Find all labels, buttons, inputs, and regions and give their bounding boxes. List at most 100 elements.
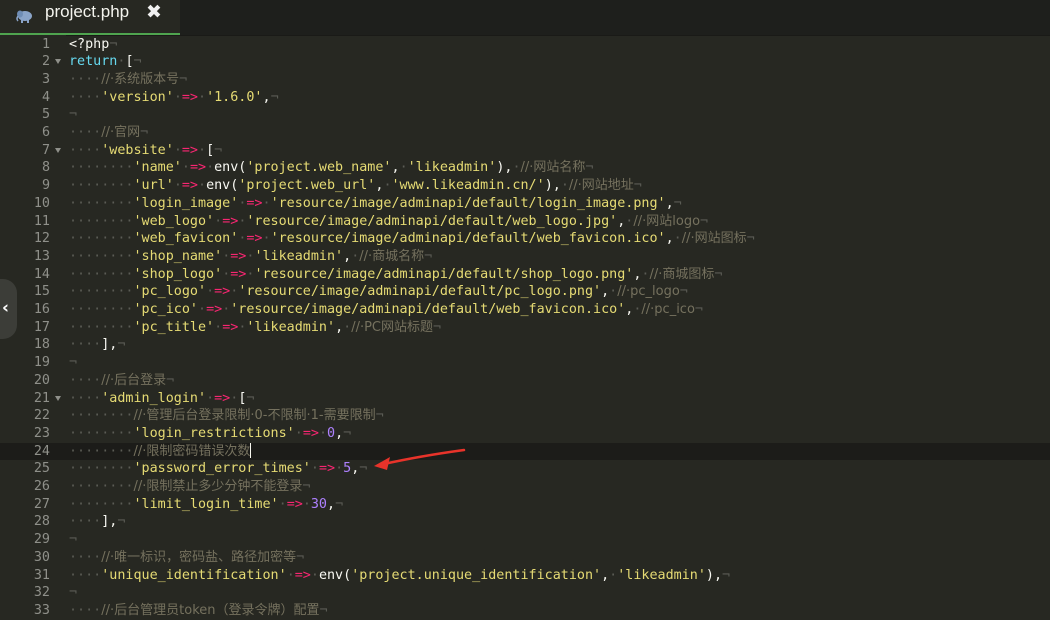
code-line[interactable]: 25 ········'password_error_times'·=>·5,¬ [0, 460, 1050, 478]
whitespace-marker: ¬ [133, 54, 142, 70]
operator-token: => [214, 284, 231, 300]
whitespace-marker: ¬ [424, 248, 433, 264]
code-line[interactable]: 24 ········//·限制密码错误次数 [0, 442, 1050, 461]
string-token: 'web_favicon' [133, 231, 239, 247]
line-text: ········'web_logo'·=>·'resource/image/ad… [69, 213, 708, 231]
code-area[interactable]: 1 <?php¬ 2 return·[¬ 3 ····//·系统版本号¬ 4 ····'ver… [0, 35, 1050, 618]
operator-token: => [206, 302, 223, 317]
code-line[interactable]: 5 ¬ [0, 106, 1050, 124]
code-line[interactable]: 31 ····'unique_identification'·=>·env('pr… [0, 567, 1050, 585]
punctuation-token: <?php [69, 36, 110, 52]
code-line[interactable]: 32 ¬ [0, 584, 1050, 602]
whitespace-marker: ···· [69, 602, 102, 618]
code-line[interactable]: 11 ········'web_logo'·=>·'resource/image/… [0, 213, 1050, 231]
string-token: 'shop_name' [133, 248, 223, 264]
code-line[interactable]: 22 ········//·管理后台登录限制·0-不限制·1-需要限制¬ [0, 407, 1050, 425]
whitespace-marker: ¬ [270, 89, 279, 105]
string-token: '1.6.0' [206, 89, 263, 105]
code-line[interactable]: 6 ····//·官网¬ [0, 124, 1050, 142]
operator-token: => [189, 160, 207, 176]
fold-arrow-icon[interactable] [55, 59, 61, 65]
code-line[interactable]: 16 ········'pc_ico'·=>·'resource/image/ad… [0, 301, 1050, 319]
code-line[interactable]: 33 ····//·后台管理员token（登录令牌）配置¬ [0, 602, 1050, 620]
code-line[interactable]: 13 ········'shop_name'·=>·'likeadmin',·//… [0, 248, 1050, 266]
line-number: 6 [41, 125, 50, 140]
whitespace-marker: · [262, 231, 271, 247]
fold-arrow-icon[interactable] [55, 395, 61, 401]
string-token: 'likeadmin' [617, 567, 706, 583]
code-line[interactable]: 14 ········'shop_logo'·=>·'resource/image… [0, 266, 1050, 284]
line-number: 19 [33, 355, 50, 371]
whitespace-marker: ¬ [722, 567, 731, 583]
whitespace-marker: ········ [69, 408, 134, 424]
whitespace-marker: · [335, 461, 344, 477]
code-line[interactable]: 3 ····//·系统版本号¬ [0, 71, 1050, 89]
whitespace-marker: · [214, 213, 223, 229]
punctuation-token: , [665, 195, 674, 211]
string-token: 'version' [101, 89, 174, 105]
code-line[interactable]: 21 ····'admin_login'·=>·[¬ [0, 390, 1050, 408]
line-number: 20 [33, 372, 50, 388]
whitespace-marker: ¬ [433, 319, 442, 335]
line-number: 25 [33, 461, 50, 477]
line-text: ¬ [69, 106, 77, 124]
line-text: ········'pc_ico'·=>·'resource/image/admi… [69, 301, 703, 319]
tab-project-php[interactable]: project.php ✖ [0, 0, 180, 35]
operator-token: => [302, 425, 319, 441]
whitespace-marker: · [198, 178, 207, 194]
punctuation-token: , [327, 496, 336, 512]
string-token: 'www.likeadmin.cn/' [391, 178, 545, 194]
code-line[interactable]: 17 ········'pc_title'·=>·'likeadmin',·//·… [0, 319, 1050, 337]
string-token: 'login_restrictions' [133, 425, 295, 441]
code-line[interactable]: 15 ········'pc_logo'·=>·'resource/image/a… [0, 283, 1050, 301]
whitespace-marker: ········ [69, 248, 134, 264]
operator-token: => [181, 142, 198, 158]
code-line[interactable]: 23 ········'login_restrictions'·=>·0,¬ [0, 425, 1050, 443]
comment-token: //·商城名称 [359, 248, 425, 264]
code-line[interactable]: 26 ········//·限制禁止多少分钟不能登录¬ [0, 478, 1050, 496]
punctuation-token: , [601, 567, 610, 583]
operator-token: => [181, 178, 198, 194]
code-line[interactable]: 18 ····],¬ [0, 336, 1050, 354]
fold-arrow-icon[interactable] [55, 147, 61, 153]
code-line[interactable]: 2 return·[¬ [0, 53, 1050, 71]
line-number: 30 [33, 549, 50, 565]
sidebar-toggle-handle[interactable]: ‹ [0, 279, 17, 339]
line-text: ········'shop_logo'·=>·'resource/image/a… [69, 266, 722, 284]
line-text: ········'password_error_times'·=>·5,¬ [69, 460, 367, 478]
whitespace-marker: ¬ [140, 125, 149, 140]
line-number: 10 [33, 195, 50, 211]
line-text: ········//·管理后台登录限制·0-不限制·1-需要限制¬ [69, 407, 384, 425]
code-line[interactable]: 20 ····//·后台登录¬ [0, 372, 1050, 390]
code-line[interactable]: 1 <?php¬ [0, 36, 1050, 54]
code-editor[interactable]: 1 <?php¬ 2 return·[¬ 3 ····//·系统版本号¬ 4 ····'ver… [0, 35, 1050, 618]
code-line[interactable]: 19 ¬ [0, 354, 1050, 372]
whitespace-marker: ···· [69, 71, 102, 87]
whitespace-marker: ········ [69, 479, 134, 494]
keyword-token: return [69, 54, 118, 70]
code-line[interactable]: 8 ········'name'·=>·env('project.web_name… [0, 159, 1050, 177]
code-line[interactable]: 29 ¬ [0, 531, 1050, 549]
code-line[interactable]: 4 ····'version'·=>·'1.6.0',¬ [0, 89, 1050, 107]
code-line[interactable]: 28 ····],¬ [0, 513, 1050, 531]
whitespace-marker: ¬ [296, 549, 305, 565]
code-line[interactable]: 10 ········'login_image'·=>·'resource/ima… [0, 195, 1050, 213]
whitespace-marker: ¬ [117, 337, 126, 353]
whitespace-marker: · [286, 567, 295, 583]
code-line[interactable]: 27 ········'limit_login_time'·=>·30,¬ [0, 496, 1050, 514]
code-line[interactable]: 7 ····'website'·=>·[¬ [0, 142, 1050, 160]
close-icon[interactable]: ✖ [146, 1, 162, 23]
comment-token: //·网站地址 [568, 178, 634, 194]
code-line[interactable]: 9 ········'url'·=>·env('project.web_url',… [0, 177, 1050, 195]
whitespace-marker: ········ [69, 496, 134, 512]
whitespace-marker: · [383, 178, 392, 194]
punctuation-token: , [391, 160, 400, 176]
line-number: 1 [41, 36, 50, 52]
comment-token: //·官网 [101, 125, 141, 140]
whitespace-marker: ¬ [375, 408, 384, 424]
whitespace-marker: · [206, 160, 215, 176]
code-line[interactable]: 30 ····//·唯一标识，密码盐、路径加密等¬ [0, 549, 1050, 567]
line-number: 26 [33, 479, 50, 494]
whitespace-marker: ········ [69, 461, 134, 477]
code-line[interactable]: 12 ········'web_favicon'·=>·'resource/ima… [0, 230, 1050, 248]
